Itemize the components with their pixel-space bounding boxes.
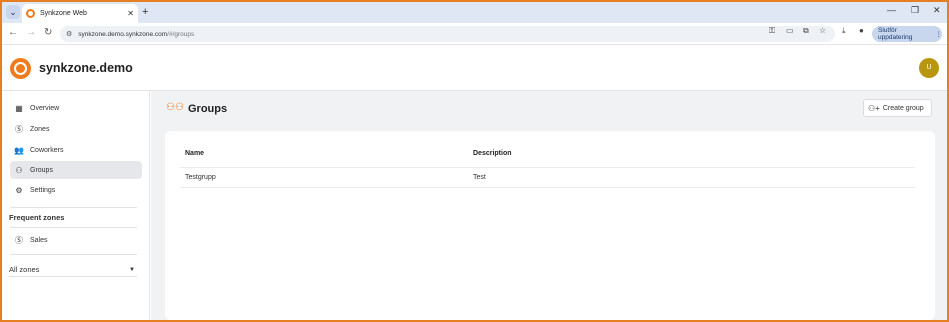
zone-icon: Ⓢ (15, 124, 23, 134)
sidebar-item-label: Groups (30, 166, 53, 174)
site-name: synkzone.demo (39, 61, 133, 75)
groups-icon: ⚇ (15, 165, 23, 175)
restore-icon[interactable]: ❐ (911, 5, 919, 16)
all-zones-dropdown[interactable]: All zones ▼ (9, 263, 137, 277)
sidebar-item-coworkers[interactable]: 👥 Coworkers (10, 141, 142, 159)
tab-close-icon[interactable]: ✕ (127, 9, 134, 18)
sidebar-item-groups[interactable]: ⚇ Groups (10, 161, 142, 179)
user-avatar[interactable]: U (919, 58, 939, 78)
column-header-description[interactable]: Description (473, 150, 512, 157)
sidebar-item-overview[interactable]: ▦ Overview (10, 99, 142, 117)
grid-icon: ▦ (15, 103, 23, 113)
site-info-icon[interactable]: ⚙ (66, 30, 72, 38)
url-field[interactable]: ⚙ synkzone.demo.synkzone.com/#/groups (60, 26, 835, 42)
add-user-icon: ⚇+ (868, 103, 880, 113)
sidebar-item-sales[interactable]: Ⓢ Sales (10, 231, 142, 249)
app-header: synkzone.demo U (2, 46, 947, 91)
tab-title: Synkzone Web (40, 10, 87, 17)
more-icon[interactable]: ⋮ (936, 30, 943, 38)
divider (10, 254, 137, 255)
sidebar-item-label: Settings (30, 186, 56, 194)
cast-icon[interactable]: ▭ (786, 26, 794, 35)
main-content: ⚇⚇ Groups ⚇+ Create group Name Descripti… (151, 91, 947, 320)
column-header-name[interactable]: Name (185, 150, 204, 157)
minimize-icon[interactable]: — (887, 5, 896, 15)
tab-strip: ⌄ Synkzone Web ✕ + — ❐ ✕ (2, 2, 947, 23)
group-description-cell: Test (473, 174, 486, 181)
url-text: synkzone.demo.synkzone.com/#/groups (78, 31, 194, 38)
zone-icon: Ⓢ (15, 235, 23, 245)
all-zones-label: All zones (9, 265, 40, 274)
chevron-down-icon: ▼ (129, 266, 135, 273)
profile-icon[interactable]: ● (859, 26, 864, 35)
divider (10, 207, 137, 208)
create-group-label: Create group (882, 104, 924, 112)
update-label: Slutför uppdatering (878, 27, 913, 41)
url-path: /#/groups (167, 30, 195, 38)
back-icon[interactable]: ← (8, 27, 18, 38)
update-button[interactable]: Slutför uppdatering ⋮ (872, 26, 942, 42)
people-icon: 👥 (14, 145, 24, 155)
sidebar-item-label: Coworkers (30, 146, 64, 154)
sidebar-item-settings[interactable]: ⚙ Settings (10, 181, 142, 199)
gear-icon: ⚙ (15, 185, 23, 195)
page-title: Groups (188, 103, 228, 115)
divider (180, 187, 915, 188)
groups-table-card: Name Description Testgrupp Test (165, 131, 935, 320)
forward-icon[interactable]: → (26, 27, 36, 38)
synkzone-favicon-icon (26, 9, 35, 18)
create-group-button[interactable]: ⚇+ Create group (863, 99, 932, 117)
browser-window: ⌄ Synkzone Web ✕ + — ❐ ✕ ← → ↻ ⚙ synkzon… (2, 2, 947, 320)
tab-search-button[interactable]: ⌄ (6, 5, 20, 19)
groups-icon: ⚇⚇ (166, 102, 184, 113)
address-bar: ← → ↻ ⚙ synkzone.demo.synkzone.com/#/gro… (2, 23, 947, 45)
sidebar: ▦ Overview Ⓢ Zones 👥 Coworkers ⚇ Groups … (2, 91, 150, 320)
translate-icon[interactable]: ⧉ (803, 26, 809, 36)
sidebar-item-label: Overview (30, 104, 60, 112)
frequent-zones-heading: Frequent zones (9, 213, 65, 222)
group-name-cell[interactable]: Testgrupp (185, 174, 216, 181)
sidebar-item-label: Zones (30, 125, 50, 133)
bookmark-star-icon[interactable]: ☆ (819, 26, 826, 35)
window-close-icon[interactable]: ✕ (933, 5, 941, 16)
url-host: synkzone.demo.synkzone.com (78, 30, 168, 38)
sidebar-item-label: Sales (30, 236, 48, 244)
synkzone-logo-icon[interactable] (10, 58, 31, 79)
divider (10, 227, 137, 228)
browser-tab[interactable]: Synkzone Web ✕ (22, 4, 138, 23)
new-tab-button[interactable]: + (142, 6, 148, 18)
download-icon[interactable]: ⤓ (842, 26, 846, 36)
sidebar-item-zones[interactable]: Ⓢ Zones (10, 120, 142, 138)
key-icon[interactable]: ⚿ (769, 26, 775, 36)
divider (180, 167, 915, 168)
reload-icon[interactable]: ↻ (44, 27, 52, 38)
